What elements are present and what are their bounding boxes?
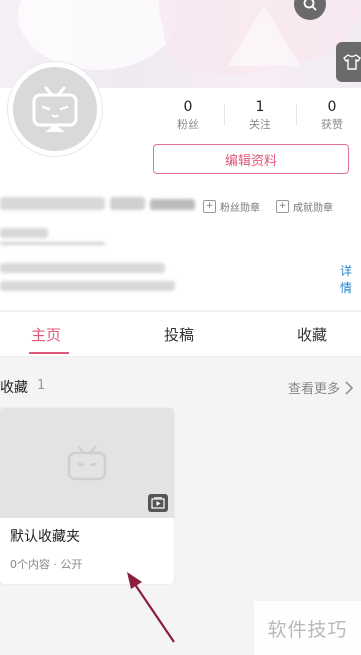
annotation-arrow xyxy=(127,572,175,643)
username-blurred xyxy=(0,197,105,210)
medal-icon: + xyxy=(203,200,216,213)
stat-likes-label: 获赞 xyxy=(321,118,343,131)
search-icon xyxy=(303,0,317,11)
divider-blurred xyxy=(0,242,105,245)
stat-following[interactable]: 1 关注 xyxy=(225,98,295,134)
bilibili-tv-icon xyxy=(67,445,107,481)
tab-active-indicator xyxy=(29,352,69,354)
stat-following-value: 1 xyxy=(255,99,265,115)
stat-fans-label: 粉丝 xyxy=(177,118,199,131)
stat-fans-value: 0 xyxy=(183,99,193,115)
medal-icon: + xyxy=(276,200,289,213)
favorites-title: 收藏 xyxy=(0,380,28,396)
stat-following-label: 关注 xyxy=(249,118,271,131)
uid-blurred xyxy=(0,228,48,238)
view-more-link[interactable]: 查看更多 xyxy=(288,378,354,397)
tab-submissions[interactable]: 投稿 xyxy=(164,324,194,345)
video-playlist-icon xyxy=(148,494,168,512)
stat-likes-value: 0 xyxy=(327,99,337,115)
stat-likes[interactable]: 0 获赞 xyxy=(297,98,361,134)
bio-blurred-2 xyxy=(0,281,175,291)
avatar[interactable] xyxy=(13,67,97,151)
chevron-right-icon xyxy=(345,380,354,395)
fan-medal-label: 粉丝勋章 xyxy=(220,203,260,214)
skin-button[interactable] xyxy=(336,42,361,82)
achievement-medal-entry[interactable]: + 成就勋章 xyxy=(276,199,333,214)
achievement-medal-label: 成就勋章 xyxy=(293,203,333,214)
stat-fans[interactable]: 0 粉丝 xyxy=(153,98,223,134)
bio-blurred-1 xyxy=(0,263,165,273)
tshirt-icon xyxy=(343,54,361,70)
favorite-folder-card[interactable]: 默认收藏夹 0个内容 · 公开 xyxy=(0,408,174,584)
level-badge-blurred xyxy=(110,197,145,210)
favorites-count: 1 xyxy=(37,378,46,393)
watermark: 软件技巧 xyxy=(254,601,361,655)
folder-meta: 0个内容 · 公开 xyxy=(10,558,83,571)
bilibili-tv-icon xyxy=(32,86,78,133)
folder-name: 默认收藏夹 xyxy=(10,529,80,545)
fan-medal-entry[interactable]: + 粉丝勋章 xyxy=(203,199,260,214)
tab-home[interactable]: 主页 xyxy=(31,324,61,345)
detail-link[interactable]: 详情 xyxy=(340,262,361,296)
vip-badge-blurred xyxy=(150,199,195,210)
edit-profile-button[interactable]: 编辑资料 xyxy=(153,144,349,174)
view-more-label: 查看更多 xyxy=(288,382,341,397)
tab-favorites[interactable]: 收藏 xyxy=(297,324,327,345)
